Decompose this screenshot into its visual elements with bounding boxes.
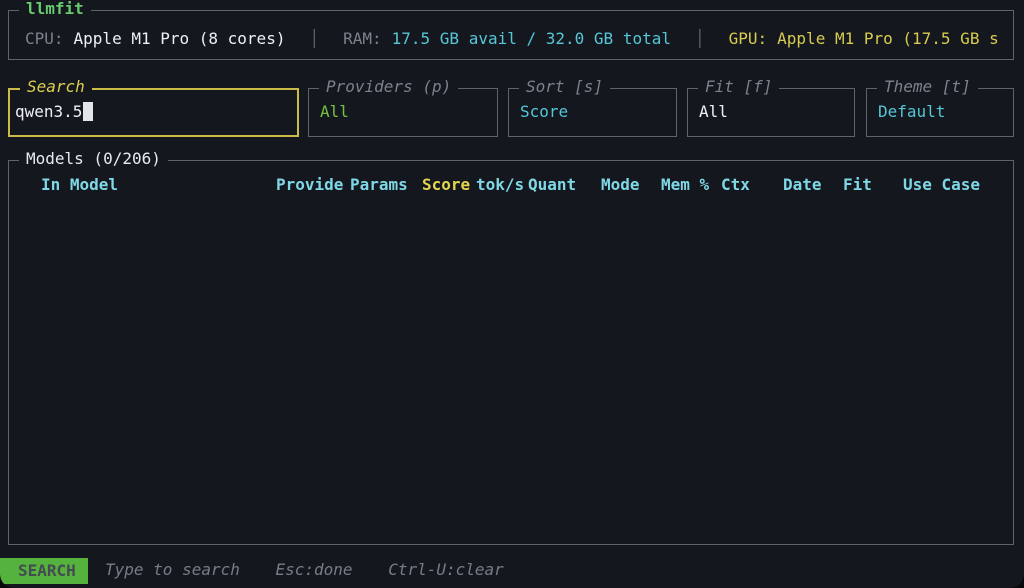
search-box-title: Search [20,77,92,96]
search-box[interactable]: Search qwen3.5 [8,77,299,137]
fit-filter[interactable]: Fit [f] All [687,77,855,137]
search-input[interactable]: qwen3.5 [15,102,94,121]
column-header-in-model[interactable]: In Model [41,175,118,194]
hint-type-to-search: Type to search [105,560,240,579]
separator-bar: │ [694,29,705,48]
column-header-provider[interactable]: Provide [276,175,343,194]
column-header-ctx[interactable]: Ctx [721,175,750,194]
text-cursor [83,102,94,121]
column-header-toks[interactable]: tok/s [476,175,524,194]
cpu-value: Apple M1 Pro (8 cores) [73,29,286,48]
theme-filter-value: Default [878,102,946,121]
fit-filter-value: All [699,102,728,121]
hint-esc-done: Esc:done [275,560,353,579]
column-header-mode[interactable]: Mode [601,175,640,194]
models-table-header: In Model Provide Params Score tok/s Quan… [9,175,1013,197]
providers-filter[interactable]: Providers (p) All [308,77,498,137]
hint-ctrl-u-clear: Ctrl-U:clear [388,560,504,579]
status-bar: SEARCH Type to search Esc:done Ctrl-U:cl… [0,556,1024,588]
column-header-quant[interactable]: Quant [528,175,576,194]
search-input-value: qwen3.5 [15,102,83,121]
theme-filter-title: Theme [t] [877,77,978,96]
system-info-panel: llmfit CPU: Apple M1 Pro (8 cores) │ RAM… [8,0,1014,60]
sort-filter-title: Sort [s] [519,77,611,96]
column-header-use-case[interactable]: Use Case [903,175,980,194]
providers-filter-value: All [320,102,349,121]
ram-value: 17.5 GB avail / 32.0 GB total [391,29,671,48]
column-header-score[interactable]: Score [422,175,470,194]
mode-badge: SEARCH [0,558,88,584]
separator-bar: │ [309,29,320,48]
system-info-line: CPU: Apple M1 Pro (8 cores) │ RAM: 17.5 … [25,11,1011,59]
cpu-label: CPU: [25,29,64,48]
gpu-label: GPU: [728,29,768,48]
ram-label: RAM: [343,29,382,48]
status-hints: Type to search Esc:done Ctrl-U:clear [105,560,530,579]
providers-filter-title: Providers (p) [319,77,459,96]
sort-filter[interactable]: Sort [s] Score [508,77,677,137]
column-header-fit[interactable]: Fit [843,175,872,194]
column-header-date[interactable]: Date [783,175,822,194]
column-header-mem[interactable]: Mem % [661,175,709,194]
models-panel: Models (0/206) In Model Provide Params S… [8,149,1014,545]
column-header-params[interactable]: Params [350,175,408,194]
app-window: llmfit CPU: Apple M1 Pro (8 cores) │ RAM… [0,0,1024,588]
theme-filter[interactable]: Theme [t] Default [866,77,1014,137]
fit-filter-title: Fit [f] [698,77,780,96]
models-panel-title: Models (0/206) [19,149,168,168]
gpu-value: Apple M1 Pro (17.5 GB s [777,29,999,48]
sort-filter-value: Score [520,102,569,121]
